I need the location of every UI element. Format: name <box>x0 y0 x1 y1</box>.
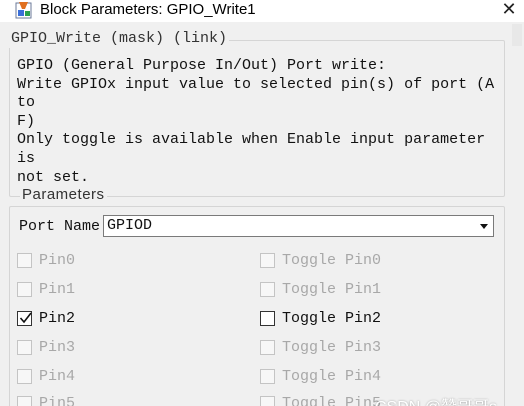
checkbox-box[interactable] <box>17 340 32 355</box>
description-text: GPIO (General Purpose In/Out) Port write… <box>17 57 495 186</box>
title-bar: Block Parameters: GPIO_Write1 ✕ <box>0 0 524 22</box>
parameters-header: Parameters <box>20 186 107 204</box>
checkbox-box[interactable] <box>260 340 275 355</box>
checkbox-box[interactable] <box>260 253 275 268</box>
watermark: CSDN @赞哥哥s <box>375 398 497 406</box>
toggle-pin0-label: Toggle Pin0 <box>282 252 382 269</box>
checkbox-box[interactable] <box>260 282 275 297</box>
toggle-pin2-label: Toggle Pin2 <box>282 310 382 327</box>
close-button[interactable]: ✕ <box>494 0 524 22</box>
checkbox-box[interactable] <box>17 282 32 297</box>
pin2-label: Pin2 <box>39 310 76 327</box>
description-header: GPIO_Write (mask) (link) <box>9 30 230 48</box>
toggle-pin5-label: Toggle Pin5 <box>282 395 382 406</box>
checkbox-box[interactable] <box>260 396 275 406</box>
port-name-value: GPIOD <box>107 217 153 234</box>
checkbox-box[interactable] <box>17 369 32 384</box>
toggle-pin1-label: Toggle Pin1 <box>282 281 382 298</box>
checkbox-box[interactable] <box>17 253 32 268</box>
window-title: Block Parameters: GPIO_Write1 <box>40 1 256 18</box>
scrollbar[interactable] <box>509 22 524 406</box>
pin4-label: Pin4 <box>39 368 76 385</box>
pin5-label: Pin5 <box>39 395 76 406</box>
pin1-label: Pin1 <box>39 281 76 298</box>
scrollbar-thumb[interactable] <box>512 24 522 46</box>
toggle-pin3-label: Toggle Pin3 <box>282 339 382 356</box>
dialog-content: GPIO_Write (mask) (link) GPIO (General P… <box>0 22 524 406</box>
port-name-select[interactable]: GPIOD <box>103 215 494 237</box>
checkbox-box[interactable] <box>17 311 32 326</box>
toggle-pin4-label: Toggle Pin4 <box>282 368 382 385</box>
pin0-label: Pin0 <box>39 252 76 269</box>
port-name-label: Port Name <box>19 218 101 235</box>
chevron-down-icon[interactable] <box>480 224 488 229</box>
checkbox-box[interactable] <box>260 311 275 326</box>
simulink-block-icon <box>15 1 33 19</box>
pin3-label: Pin3 <box>39 339 76 356</box>
checkmark-icon <box>19 312 32 324</box>
checkbox-box[interactable] <box>260 369 275 384</box>
checkbox-box[interactable] <box>17 396 32 406</box>
